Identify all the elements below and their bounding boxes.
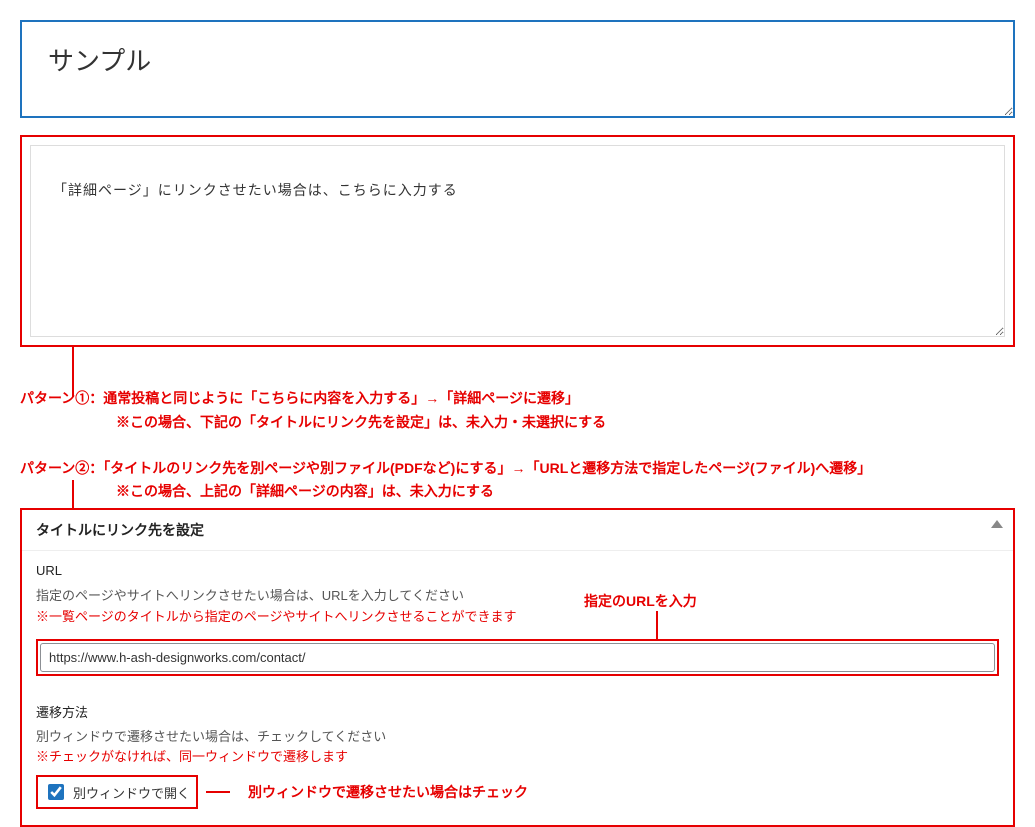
content-editor[interactable]: 「詳細ページ」にリンクさせたい場合は、こちらに入力する [30, 145, 1005, 337]
connector-line-2 [72, 480, 74, 508]
transition-section-label: 遷移方法 [36, 702, 999, 721]
connector-line-3 [656, 611, 658, 639]
url-input[interactable] [40, 643, 995, 672]
url-section-desc: 指定のページやサイトへリンクさせたい場合は、URLを入力してください [36, 586, 999, 606]
post-title-input[interactable]: サンプル [20, 20, 1015, 118]
url-field-highlight [36, 639, 999, 676]
new-window-checkbox-text: 別ウィンドウで開く [73, 783, 190, 802]
transition-section-desc: 別ウィンドウで遷移させたい場合は、チェックしてください [36, 727, 999, 747]
pattern-2-annotation: パターン②：「タイトルのリンク先を別ページや別ファイル(PDFなど)にする」→「… [20, 457, 1015, 505]
transition-section-note: ※チェックがなければ、同一ウィンドウで遷移します [36, 746, 999, 765]
title-link-panel: タイトルにリンク先を設定 URL 指定のページやサイトへリンクさせたい場合は、U… [20, 508, 1015, 827]
panel-header-title: タイトルにリンク先を設定 [36, 522, 204, 538]
pattern-1-annotation: パターン①：通常投稿と同じように「こちらに内容を入力する」→「詳細ページに遷移」… [20, 387, 1015, 435]
collapse-triangle-icon[interactable] [991, 520, 1003, 528]
checkbox-annotation: 別ウィンドウで遷移させたい場合はチェック [248, 782, 528, 802]
new-window-checkbox-label[interactable]: 別ウィンドウで開く [44, 781, 190, 803]
url-annotation: 指定のURLを入力 [584, 591, 697, 611]
checkbox-highlight: 別ウィンドウで開く [36, 775, 198, 809]
connector-line-4 [206, 791, 230, 793]
new-window-checkbox[interactable] [48, 784, 64, 800]
panel-header[interactable]: タイトルにリンク先を設定 [22, 510, 1013, 551]
pattern-2-line1: パターン②：「タイトルのリンク先を別ページや別ファイル(PDFなど)にする」→「… [20, 457, 1015, 481]
pattern-1-line1: パターン①：通常投稿と同じように「こちらに内容を入力する」→「詳細ページに遷移」 [20, 387, 1015, 411]
connector-line-1 [72, 347, 74, 397]
pattern-1-line2: ※この場合、下記の「タイトルにリンク先を設定」は、未入力・未選択にする [116, 411, 1015, 435]
url-section-note: ※一覧ページのタイトルから指定のページやサイトへリンクさせることができます [36, 606, 999, 625]
content-editor-highlight: 「詳細ページ」にリンクさせたい場合は、こちらに入力する [20, 135, 1015, 347]
pattern-2-line2: ※この場合、上記の「詳細ページの内容」は、未入力にする [116, 480, 1015, 504]
url-section-label: URL [36, 563, 999, 578]
